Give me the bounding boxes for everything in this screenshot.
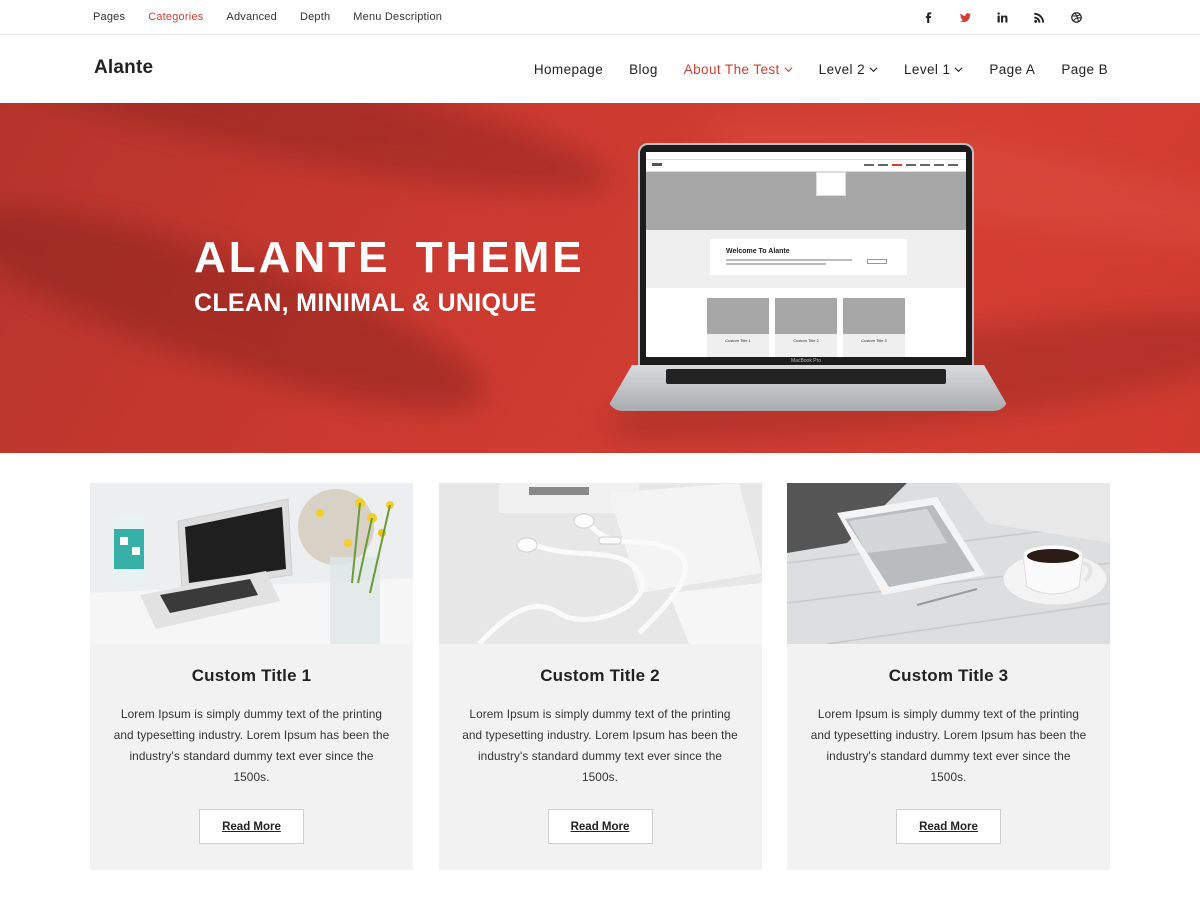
feature-card: Custom Title 2 Lorem Ipsum is simply dum… bbox=[438, 483, 762, 870]
hero-banner: ALANTE THEME CLEAN, MINIMAL & UNIQUE Wel… bbox=[0, 103, 1200, 453]
nav-level-1[interactable]: Level 1 bbox=[904, 62, 963, 77]
screen-card-title: Custom Title 3 bbox=[843, 334, 905, 357]
screen-card: Custom Title 1 bbox=[707, 298, 769, 357]
card-text: Lorem Ipsum is simply dummy text of the … bbox=[810, 707, 1087, 784]
nav-page-a[interactable]: Page A bbox=[989, 62, 1035, 77]
laptop-flowers-photo bbox=[90, 483, 413, 644]
screen-welcome-title: Welcome To Alante bbox=[726, 248, 790, 255]
chevron-down-icon bbox=[869, 66, 878, 72]
nav-homepage[interactable]: Homepage bbox=[534, 62, 603, 77]
feature-card: Custom Title 1 Lorem Ipsum is simply dum… bbox=[90, 483, 413, 870]
social-links bbox=[910, 0, 1095, 34]
nav-about-the-test[interactable]: About The Test bbox=[684, 62, 793, 77]
laptop-lid: Welcome To Alante Custom Title 1 Custom … bbox=[638, 143, 974, 367]
nav-page-b-label: Page B bbox=[1061, 61, 1108, 77]
site-header: Alante Homepage Blog About The Test Leve… bbox=[0, 35, 1200, 103]
nav-page-a-label: Page A bbox=[989, 61, 1036, 77]
rss-icon[interactable] bbox=[1021, 0, 1058, 34]
top-menu: Pages Categories Advanced Depth Menu Des… bbox=[93, 0, 465, 34]
screen-header bbox=[646, 160, 966, 172]
top-bar: Pages Categories Advanced Depth Menu Des… bbox=[0, 0, 1200, 35]
screen-logo bbox=[652, 163, 662, 166]
screen-card-title: Custom Title 2 bbox=[775, 334, 837, 357]
screen-welcome-box: Welcome To Alante bbox=[710, 239, 907, 275]
nav-blog[interactable]: Blog bbox=[629, 62, 658, 77]
screen-card: Custom Title 2 bbox=[775, 298, 837, 357]
hero-title: ALANTE THEME bbox=[194, 233, 585, 282]
nav-level-1-label: Level 1 bbox=[904, 61, 951, 77]
hero-texture bbox=[0, 103, 622, 225]
main-nav: Homepage Blog About The Test Level 2 Lev… bbox=[508, 35, 1108, 103]
top-menu-categories[interactable]: Categories bbox=[148, 11, 203, 23]
screen-topbar bbox=[646, 152, 966, 160]
earphones-photo bbox=[438, 483, 762, 644]
laptop-screen: Welcome To Alante Custom Title 1 Custom … bbox=[646, 152, 966, 357]
laptop-label: MacBook Pro bbox=[791, 358, 822, 364]
top-menu-pages[interactable]: Pages bbox=[93, 11, 125, 23]
top-menu-advanced[interactable]: Advanced bbox=[226, 11, 277, 23]
site-logo[interactable]: Alante bbox=[94, 57, 153, 79]
card-text: Lorem Ipsum is simply dummy text of the … bbox=[462, 707, 738, 784]
card-title: Custom Title 1 bbox=[191, 666, 312, 685]
top-menu-menu-description[interactable]: Menu Description bbox=[353, 11, 442, 23]
facebook-icon[interactable] bbox=[910, 0, 947, 34]
read-more-button[interactable]: Read More bbox=[896, 809, 1001, 844]
top-menu-depth[interactable]: Depth bbox=[300, 11, 330, 23]
tablet-coffee-photo bbox=[787, 483, 1110, 644]
hero-subtitle: CLEAN, MINIMAL & UNIQUE bbox=[194, 289, 537, 317]
laptop-mockup: Welcome To Alante Custom Title 1 Custom … bbox=[608, 143, 1008, 415]
read-more-button[interactable]: Read More bbox=[547, 809, 653, 844]
nav-page-b[interactable]: Page B bbox=[1061, 62, 1108, 77]
nav-blog-label: Blog bbox=[629, 61, 658, 77]
card-text: Lorem Ipsum is simply dummy text of the … bbox=[113, 707, 390, 784]
linkedin-icon[interactable] bbox=[984, 0, 1021, 34]
dribbble-icon[interactable] bbox=[1058, 0, 1095, 34]
chevron-down-icon bbox=[784, 66, 793, 72]
feature-cards: Custom Title 1 Lorem Ipsum is simply dum… bbox=[90, 483, 1110, 870]
nav-level-2-label: Level 2 bbox=[818, 61, 866, 77]
screen-dropdown bbox=[816, 172, 846, 196]
nav-about-the-test-label: About The Test bbox=[683, 61, 780, 77]
laptop-keyboard bbox=[666, 369, 946, 384]
screen-hero bbox=[646, 172, 966, 230]
card-title: Custom Title 3 bbox=[888, 666, 1009, 685]
screen-card-title: Custom Title 1 bbox=[707, 334, 769, 357]
screen-welcome: Welcome To Alante bbox=[646, 230, 966, 288]
screen-card: Custom Title 3 bbox=[843, 298, 905, 357]
card-title: Custom Title 2 bbox=[540, 666, 660, 685]
nav-homepage-label: Homepage bbox=[533, 61, 604, 77]
nav-level-2[interactable]: Level 2 bbox=[819, 62, 878, 77]
feature-card: Custom Title 3 Lorem Ipsum is simply dum… bbox=[787, 483, 1110, 870]
screen-cards: Custom Title 1 Custom Title 2 Custom Tit… bbox=[646, 298, 966, 357]
screen-nav bbox=[860, 164, 958, 166]
chevron-down-icon bbox=[954, 66, 963, 72]
twitter-icon[interactable] bbox=[947, 0, 984, 34]
read-more-button[interactable]: Read More bbox=[199, 809, 304, 844]
